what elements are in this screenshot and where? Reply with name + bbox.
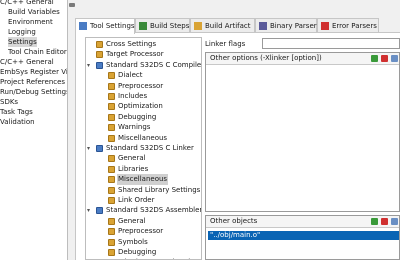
tree-item-label: Standard S32DS C Linker <box>106 144 194 152</box>
gear-icon <box>108 134 115 142</box>
gear-icon <box>108 103 115 111</box>
nav-item-build-variables[interactable]: Build Variables <box>8 7 60 17</box>
expand-chevron-icon[interactable]: ▾ <box>87 60 95 71</box>
binary-parsers-icon <box>259 22 267 30</box>
tree-item-label: Libraries <box>118 164 149 173</box>
tab-tool-settings[interactable]: Tool Settings <box>75 18 135 34</box>
nav-item-tool-chain-editor[interactable]: Tool Chain Editor <box>8 47 67 57</box>
nav-item-logging[interactable]: Logging <box>8 27 36 37</box>
gear-icon <box>108 165 115 173</box>
gear-icon <box>108 93 115 100</box>
tab-label: Binary Parsers <box>270 22 321 30</box>
other-object-item[interactable]: "../obj/main.o" <box>208 231 399 240</box>
edit-option-icon[interactable] <box>391 55 398 62</box>
tree-item-label: Cross Settings <box>106 40 157 48</box>
tab-bar: Tool Settings Build Steps Build Artifact Bi… <box>75 18 400 34</box>
tree-item-label: General <box>118 216 146 225</box>
tool-icon <box>96 207 103 215</box>
tree-item-label: Includes <box>118 92 148 100</box>
tree-item-label: Dialect <box>118 71 143 80</box>
gear-icon <box>108 249 115 256</box>
other-options-list[interactable]: Other options (-Xlinker [option]) <box>205 52 400 212</box>
tab-label: Tool Settings <box>90 22 135 30</box>
tree-item-label: Optimization <box>118 102 163 111</box>
tree-item-label: Miscellaneous <box>117 174 169 186</box>
tab-label: Error Parsers <box>332 22 377 30</box>
nav-item-run-debug-settings[interactable]: Run/Debug Settings <box>0 87 67 97</box>
preferences-nav: C/C++ General Build Variables Environment L… <box>0 0 68 260</box>
gear-icon <box>108 82 115 90</box>
tree-item-label: Symbols <box>118 237 148 246</box>
tree-item-label: Target Processor <box>106 50 164 59</box>
error-parsers-icon <box>321 22 329 30</box>
toolbar-arrow-icon[interactable] <box>69 3 75 7</box>
nav-item-project-references[interactable]: Project References <box>0 77 65 87</box>
tab-build-steps[interactable]: Build Steps <box>135 18 190 33</box>
add-option-icon[interactable] <box>371 55 378 62</box>
gear-icon <box>108 217 115 225</box>
tree-item-label: Standard S32DS C Compiler <box>106 60 202 69</box>
gear-icon <box>108 228 115 236</box>
nav-item-validation[interactable]: Validation <box>0 117 35 127</box>
tool-settings-icon <box>79 22 87 30</box>
other-objects-list[interactable]: Other objects "../obj/main.o" <box>205 215 400 260</box>
nav-item-c-c-general[interactable]: C/C++ General <box>0 0 54 7</box>
expand-chevron-icon[interactable]: ▾ <box>87 205 95 216</box>
other-options-label: Other options (-Xlinker [option]) <box>210 54 322 62</box>
linker-flags-input[interactable] <box>262 38 400 49</box>
tab-label: Build Artifact <box>205 22 251 30</box>
gear-icon <box>96 41 103 48</box>
build-artifact-icon <box>194 22 202 30</box>
tree-item-label: Debugging <box>118 248 157 256</box>
tree-item-label: Debugging <box>118 112 157 121</box>
other-options-header: Other options (-Xlinker [option]) <box>206 53 399 65</box>
gear-icon <box>108 72 115 80</box>
gear-icon <box>108 176 115 184</box>
tree-item-label: Warnings <box>118 123 151 132</box>
delete-object-icon[interactable] <box>381 218 388 225</box>
expand-chevron-icon[interactable]: ▾ <box>87 143 95 154</box>
gear-icon <box>108 186 115 194</box>
nav-item-embsys-register-view[interactable]: EmbSys Register View <box>0 67 67 77</box>
nav-item-c-c-general[interactable]: C/C++ General <box>0 57 54 67</box>
tool-settings-tree: Cross Settings Target Processor ▾ Standard … <box>85 37 202 260</box>
other-objects-label: Other objects <box>210 217 258 225</box>
build-steps-icon <box>139 22 147 30</box>
gear-icon <box>108 155 115 163</box>
delete-option-icon[interactable] <box>381 55 388 62</box>
edit-object-icon[interactable] <box>391 218 398 225</box>
gear-icon <box>108 238 115 246</box>
gear-icon <box>108 124 115 132</box>
nav-item-sdks[interactable]: SDKs <box>0 97 18 107</box>
tab-binary-parsers[interactable]: Binary Parsers <box>255 18 321 33</box>
tool-icon <box>96 61 103 69</box>
gear-icon <box>108 113 115 121</box>
tree-item-label: General <box>118 154 146 163</box>
tool-icon <box>96 145 103 152</box>
nav-item-settings[interactable]: Settings <box>8 37 37 47</box>
tab-label: Build Steps <box>150 22 190 30</box>
tree-item-label: Standard S32DS Assembler <box>106 206 202 215</box>
tree-item-label: Miscellaneous <box>118 133 168 142</box>
gear-icon <box>96 51 103 59</box>
add-object-icon[interactable] <box>371 218 378 225</box>
tree-item-label: Preprocessor <box>118 227 164 236</box>
top-toolbar-strip <box>69 0 400 14</box>
linker-flags-label: Linker flags <box>205 40 246 48</box>
nav-item-environment[interactable]: Environment <box>8 17 53 27</box>
tree-item-label: Shared Library Settings <box>118 185 201 194</box>
tab-build-artifact[interactable]: Build Artifact <box>190 18 255 33</box>
nav-item-task-tags[interactable]: Task Tags <box>0 107 33 117</box>
gear-icon <box>108 197 115 204</box>
tree-item-label: Preprocessor <box>118 81 164 90</box>
tab-error-parsers[interactable]: Error Parsers <box>317 18 379 33</box>
other-objects-header: Other objects <box>206 216 399 228</box>
tree-item-label: Link Order <box>118 196 155 204</box>
